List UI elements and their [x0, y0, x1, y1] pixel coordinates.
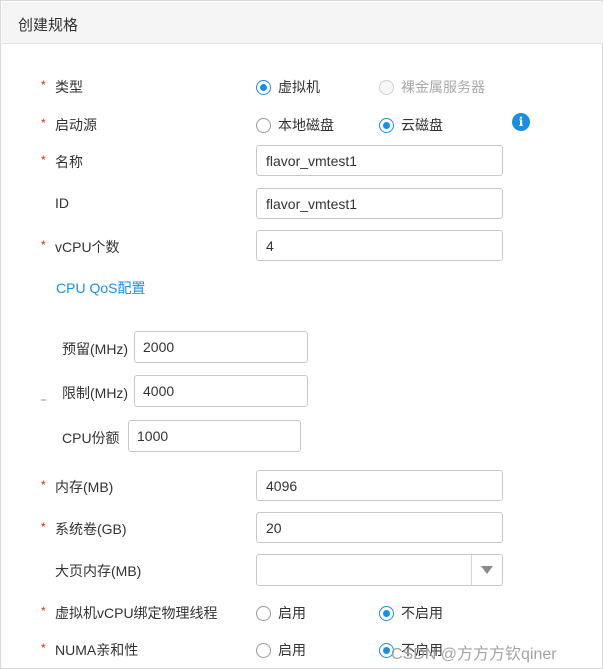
page-title: 创建规格 — [18, 17, 79, 34]
vcpu-bind-row: * 虚拟机vCPU绑定物理线程 启用 不启用 — [1, 596, 603, 628]
numa-option-enable-label: 启用 — [278, 642, 306, 658]
boot-option-local-disk[interactable]: 本地磁盘 — [256, 115, 334, 135]
id-input[interactable] — [256, 188, 503, 219]
info-icon[interactable]: i — [512, 113, 530, 131]
select-divider — [471, 555, 472, 585]
required-mark: * — [41, 641, 46, 655]
hugepage-select[interactable] — [256, 554, 503, 586]
name-input[interactable] — [256, 145, 503, 176]
watermark: CSDN @方方方钦qiner — [391, 646, 557, 663]
cpu-qos-link[interactable]: CPU QoS配置 — [56, 278, 145, 298]
chevron-down-icon[interactable] — [481, 566, 493, 574]
type-option-vm-label: 虚拟机 — [278, 79, 320, 95]
boot-option-cloud-disk[interactable]: 云磁盘 — [379, 115, 443, 135]
type-option-vm[interactable]: 虚拟机 — [256, 77, 320, 97]
boot-source-label: 启动源 — [55, 117, 97, 133]
radio-unselected-icon — [256, 117, 271, 133]
decorative-mark — [41, 399, 46, 401]
radio-selected-icon — [379, 605, 394, 621]
memory-row: * 内存(MB) — [1, 470, 603, 502]
type-option-baremetal: 裸金属服务器 — [379, 77, 485, 97]
numa-option-enable[interactable]: 启用 — [256, 640, 306, 660]
type-option-baremetal-label: 裸金属服务器 — [401, 79, 485, 95]
qos-reserve-label: 预留(MHz) — [62, 341, 129, 357]
radio-selected-icon — [256, 79, 271, 95]
radio-selected-icon — [379, 117, 394, 133]
required-mark: * — [41, 520, 46, 534]
panel-header: 创建规格 — [2, 2, 603, 44]
required-mark: * — [41, 78, 46, 92]
qos-shares-input[interactable] — [128, 420, 301, 452]
required-mark: * — [41, 478, 46, 492]
hugepage-label: 大页内存(MB) — [55, 563, 142, 579]
qos-limit-label: 限制(MHz) — [62, 385, 129, 401]
required-mark: * — [41, 238, 46, 252]
system-disk-row: * 系统卷(GB) — [1, 512, 603, 544]
id-row: ID — [1, 188, 603, 220]
required-mark: * — [41, 153, 46, 167]
required-mark: * — [41, 604, 46, 618]
create-flavor-panel: 创建规格 * 类型 虚拟机 裸金属服务器 * 启动源 本地磁盘 云磁盘 i * … — [0, 0, 603, 669]
name-row: * 名称 — [1, 145, 603, 177]
qos-limit-input[interactable] — [134, 375, 308, 407]
memory-input[interactable] — [256, 470, 503, 501]
vcpu-bind-option-enable[interactable]: 启用 — [256, 603, 306, 623]
qos-shares-label: CPU份额 — [62, 430, 120, 446]
boot-source-row: * 启动源 本地磁盘 云磁盘 i — [1, 108, 603, 140]
qos-reserve-input[interactable] — [134, 331, 308, 363]
numa-label: NUMA亲和性 — [55, 642, 139, 658]
id-label: ID — [55, 195, 69, 211]
name-label: 名称 — [55, 154, 83, 170]
system-disk-label: 系统卷(GB) — [55, 521, 127, 537]
radio-disabled-icon — [379, 79, 394, 95]
type-row: * 类型 虚拟机 裸金属服务器 — [1, 70, 603, 102]
hugepage-row: 大页内存(MB) — [1, 554, 603, 586]
radio-unselected-icon — [256, 605, 271, 621]
boot-option-local-disk-label: 本地磁盘 — [278, 117, 334, 133]
vcpu-bind-label: 虚拟机vCPU绑定物理线程 — [55, 605, 218, 621]
memory-label: 内存(MB) — [55, 479, 114, 495]
system-disk-input[interactable] — [256, 512, 503, 543]
radio-unselected-icon — [256, 642, 271, 658]
vcpu-label: vCPU个数 — [55, 239, 120, 255]
vcpu-bind-option-disable[interactable]: 不启用 — [379, 603, 443, 623]
vcpu-row: * vCPU个数 — [1, 230, 603, 262]
boot-option-cloud-disk-label: 云磁盘 — [401, 117, 443, 133]
vcpu-input[interactable] — [256, 230, 503, 261]
required-mark: * — [41, 116, 46, 130]
vcpu-bind-option-disable-label: 不启用 — [401, 605, 443, 621]
type-label: 类型 — [55, 79, 83, 95]
vcpu-bind-option-enable-label: 启用 — [278, 605, 306, 621]
